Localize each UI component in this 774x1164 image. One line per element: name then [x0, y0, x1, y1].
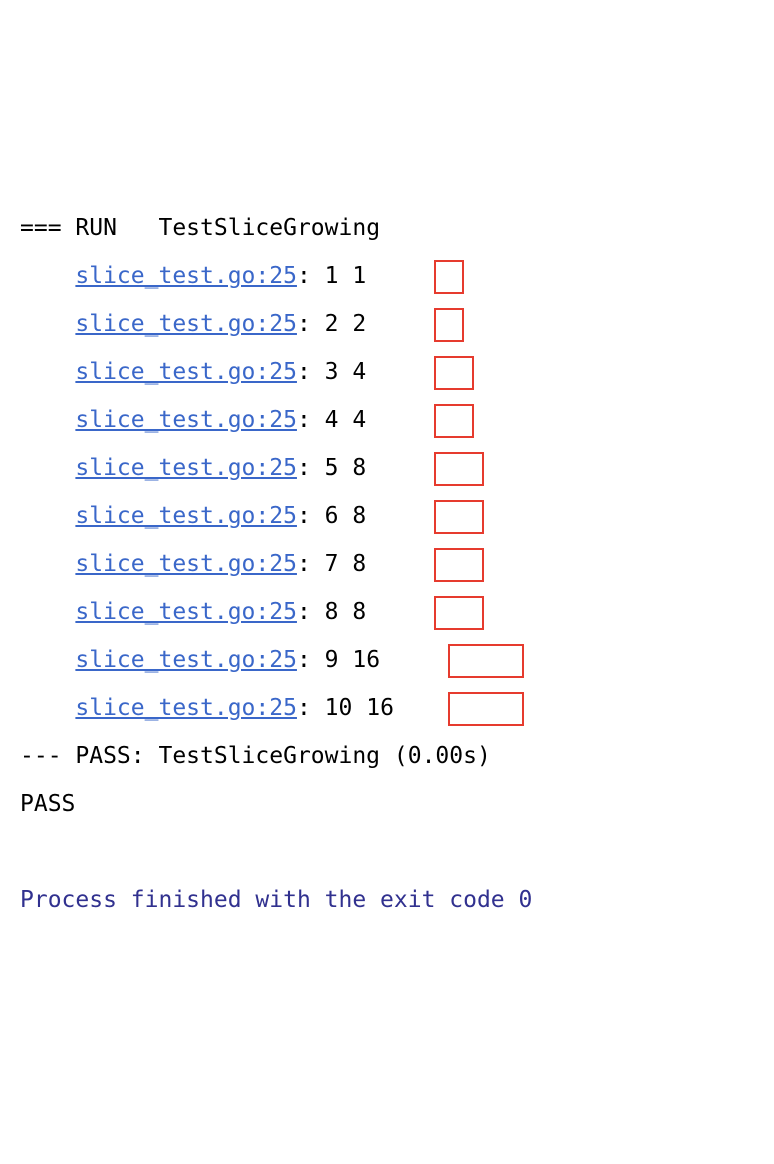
len-value: 3	[325, 359, 339, 385]
len-value: 5	[325, 455, 339, 481]
cap-value: 8	[352, 455, 366, 481]
pass-summary-line: --- PASS: TestSliceGrowing (0.00s)	[20, 732, 774, 780]
log-line: slice_test.go:25: 7 8	[20, 540, 774, 588]
highlight-box	[434, 500, 484, 534]
highlight-box	[434, 260, 464, 294]
cap-value: 16	[366, 695, 394, 721]
cap-value: 2	[352, 311, 366, 337]
space	[352, 695, 366, 721]
highlight-box	[448, 692, 524, 726]
source-link[interactable]: slice_test.go:25	[75, 695, 297, 721]
source-link[interactable]: slice_test.go:25	[75, 599, 297, 625]
blank	[20, 839, 34, 865]
log-line: slice_test.go:25: 5 8	[20, 444, 774, 492]
highlight-box	[434, 404, 474, 438]
len-value: 10	[325, 695, 353, 721]
test-name: TestSliceGrowing	[158, 215, 380, 241]
indent	[20, 503, 75, 529]
process-finished: Process finished with the exit code 0	[20, 887, 532, 913]
colon: :	[297, 551, 325, 577]
pass-line: PASS	[20, 780, 774, 828]
space	[339, 551, 353, 577]
len-value: 2	[325, 311, 339, 337]
len-value: 9	[325, 647, 339, 673]
colon: :	[297, 311, 325, 337]
colon: :	[297, 503, 325, 529]
cap-value: 8	[352, 599, 366, 625]
len-value: 8	[325, 599, 339, 625]
log-line: slice_test.go:25: 3 4	[20, 348, 774, 396]
run-prefix: === RUN	[20, 215, 158, 241]
indent	[20, 455, 75, 481]
indent	[20, 551, 75, 577]
log-line: slice_test.go:25: 1 1	[20, 252, 774, 300]
pass-word: PASS	[20, 791, 75, 817]
highlight-box	[448, 644, 524, 678]
log-line: slice_test.go:25: 2 2	[20, 300, 774, 348]
highlight-box	[434, 596, 484, 630]
test-output: === RUN TestSliceGrowing slice_test.go:2…	[20, 204, 774, 924]
indent	[20, 695, 75, 721]
space	[339, 311, 353, 337]
cap-value: 8	[352, 551, 366, 577]
colon: :	[297, 647, 325, 673]
indent	[20, 647, 75, 673]
len-value: 6	[325, 503, 339, 529]
indent	[20, 599, 75, 625]
space	[339, 503, 353, 529]
log-line: slice_test.go:25: 9 16	[20, 636, 774, 684]
pass-summary: --- PASS: TestSliceGrowing (0.00s)	[20, 743, 491, 769]
colon: :	[297, 407, 325, 433]
colon: :	[297, 455, 325, 481]
source-link[interactable]: slice_test.go:25	[75, 407, 297, 433]
source-link[interactable]: slice_test.go:25	[75, 455, 297, 481]
log-line: slice_test.go:25: 8 8	[20, 588, 774, 636]
colon: :	[297, 695, 325, 721]
highlight-box	[434, 356, 474, 390]
cap-value: 1	[352, 263, 366, 289]
space	[339, 407, 353, 433]
len-value: 4	[325, 407, 339, 433]
indent	[20, 263, 75, 289]
highlight-box	[434, 308, 464, 342]
source-link[interactable]: slice_test.go:25	[75, 263, 297, 289]
space	[339, 455, 353, 481]
colon: :	[297, 263, 325, 289]
space	[339, 359, 353, 385]
source-link[interactable]: slice_test.go:25	[75, 359, 297, 385]
indent	[20, 359, 75, 385]
run-header-line: === RUN TestSliceGrowing	[20, 204, 774, 252]
source-link[interactable]: slice_test.go:25	[75, 311, 297, 337]
colon: :	[297, 359, 325, 385]
source-link[interactable]: slice_test.go:25	[75, 503, 297, 529]
colon: :	[297, 599, 325, 625]
cap-value: 8	[352, 503, 366, 529]
blank-line	[20, 828, 774, 876]
space	[339, 599, 353, 625]
cap-value: 4	[352, 407, 366, 433]
len-value: 1	[325, 263, 339, 289]
log-line: slice_test.go:25: 4 4	[20, 396, 774, 444]
source-link[interactable]: slice_test.go:25	[75, 551, 297, 577]
source-link[interactable]: slice_test.go:25	[75, 647, 297, 673]
process-finished-line: Process finished with the exit code 0	[20, 876, 774, 924]
space	[339, 263, 353, 289]
indent	[20, 407, 75, 433]
cap-value: 16	[352, 647, 380, 673]
log-line: slice_test.go:25: 6 8	[20, 492, 774, 540]
cap-value: 4	[352, 359, 366, 385]
len-value: 7	[325, 551, 339, 577]
highlight-box	[434, 548, 484, 582]
space	[339, 647, 353, 673]
indent	[20, 311, 75, 337]
highlight-box	[434, 452, 484, 486]
log-line: slice_test.go:25: 10 16	[20, 684, 774, 732]
